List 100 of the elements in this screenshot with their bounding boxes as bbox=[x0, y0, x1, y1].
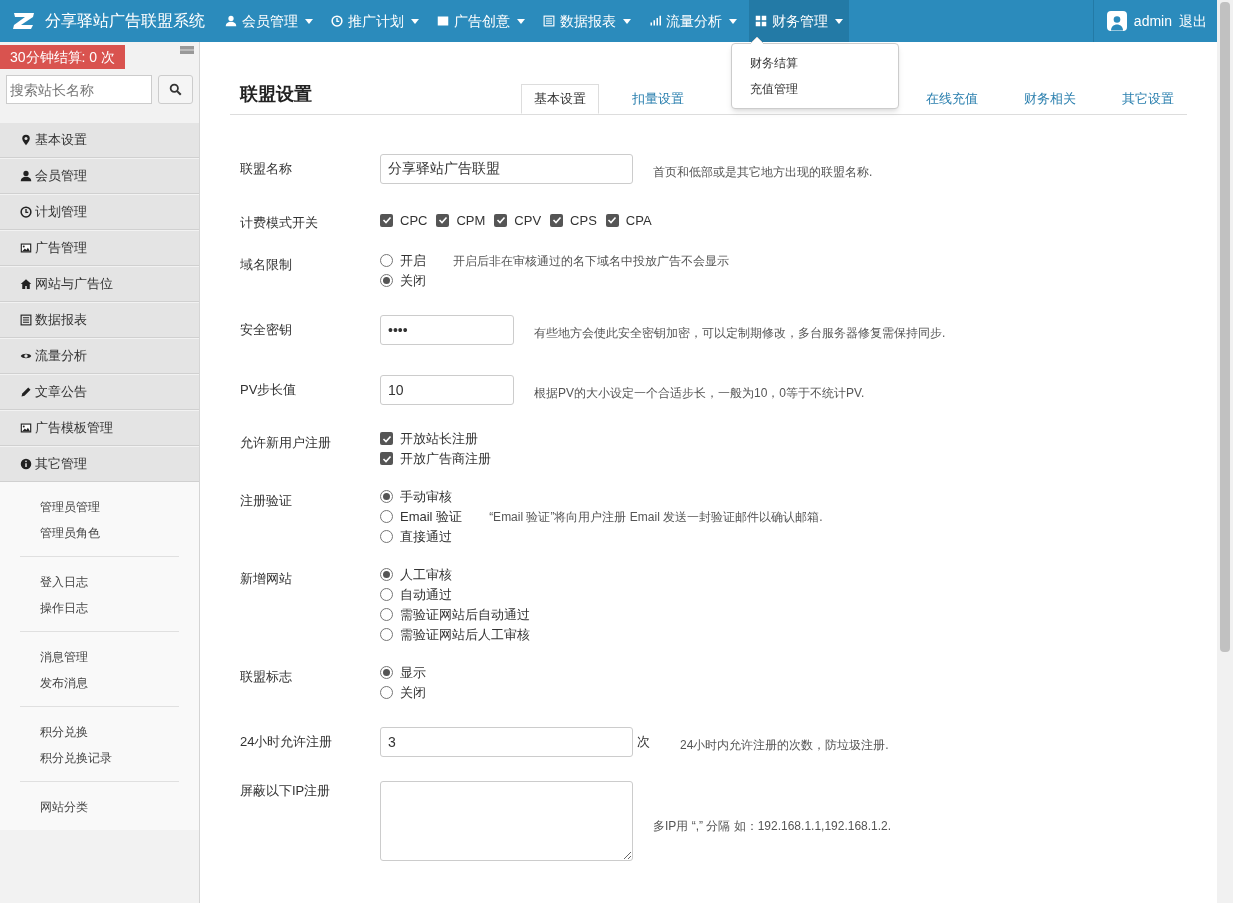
submenu-item[interactable]: 积分兑换 bbox=[20, 719, 179, 745]
sidebar-item[interactable]: 计划管理 bbox=[0, 194, 199, 230]
submenu-item[interactable]: 操作日志 bbox=[20, 595, 179, 621]
option-label: 手动审核 bbox=[400, 487, 452, 506]
option-label: 关闭 bbox=[400, 683, 426, 702]
tab[interactable]: 其它设置 bbox=[1109, 84, 1187, 114]
submenu-item[interactable]: 积分兑换记录 bbox=[20, 745, 179, 771]
nav-menu[interactable]: 数据报表 bbox=[537, 0, 637, 42]
sidebar-item[interactable]: 文章公告 bbox=[0, 374, 199, 410]
sidebar-item[interactable]: 广告管理 bbox=[0, 230, 199, 266]
option-label: 显示 bbox=[400, 663, 426, 682]
tab[interactable]: 在线充值 bbox=[913, 84, 991, 114]
submenu-item[interactable]: 消息管理 bbox=[20, 644, 179, 670]
text-field[interactable]: 10 bbox=[380, 374, 514, 405]
help-text: “Email 验证”将向用户注册 Email 发送一封验证邮件以确认邮箱. bbox=[489, 508, 823, 526]
dropdown-item[interactable]: 充值管理 bbox=[732, 76, 898, 102]
submenu-item[interactable]: 登入日志 bbox=[20, 569, 179, 595]
option-label: 直接通过 bbox=[400, 527, 452, 546]
search-icon bbox=[169, 83, 182, 96]
search-field[interactable]: 搜索站长名称 bbox=[6, 75, 152, 104]
sidebar-item[interactable]: 会员管理 bbox=[0, 158, 199, 194]
text-field[interactable]: 3 bbox=[380, 726, 633, 757]
nav-menu[interactable]: 广告创意 bbox=[431, 0, 531, 42]
sidebar-item[interactable]: 数据报表 bbox=[0, 302, 199, 338]
field-label: PV步长值 bbox=[239, 380, 298, 399]
radio-button[interactable] bbox=[380, 274, 393, 287]
option-label: 关闭 bbox=[400, 271, 426, 290]
option-label: 需验证网站后人工审核 bbox=[400, 625, 530, 644]
field-label: 联盟标志 bbox=[239, 667, 293, 686]
checkbox[interactable] bbox=[380, 213, 393, 227]
dropdown-item[interactable]: 财务结算 bbox=[732, 50, 898, 76]
sidebar-item[interactable]: 流量分析 bbox=[0, 338, 199, 374]
list-icon bbox=[20, 314, 32, 326]
clock-icon bbox=[20, 206, 32, 218]
caret-icon bbox=[305, 18, 313, 24]
submenu-item[interactable]: 网站分类 bbox=[20, 794, 179, 820]
option-label: 开放站长注册 bbox=[400, 429, 478, 448]
nav-menu[interactable]: 推广计划 bbox=[325, 0, 425, 42]
tab[interactable]: 扣量设置 bbox=[619, 84, 697, 114]
checkbox[interactable] bbox=[550, 213, 564, 227]
nav-menu[interactable]: 会员管理 bbox=[219, 0, 319, 42]
nav-menu[interactable]: 流量分析 bbox=[643, 0, 743, 42]
scrollbar[interactable] bbox=[1217, 0, 1233, 903]
tab[interactable]: 财务相关 bbox=[1011, 84, 1089, 114]
submenu-item[interactable]: 发布消息 bbox=[20, 670, 179, 696]
radio-button[interactable] bbox=[380, 254, 393, 267]
clock-icon bbox=[331, 15, 343, 27]
sidebar-item[interactable]: 广告模板管理 bbox=[0, 410, 199, 446]
logout-link[interactable]: 退出 bbox=[1179, 10, 1207, 32]
radio-button[interactable] bbox=[380, 530, 393, 543]
submenu-item[interactable]: 管理员角色 bbox=[20, 520, 179, 546]
grid-icon bbox=[755, 15, 767, 27]
checkbox[interactable] bbox=[436, 213, 450, 227]
text-field[interactable]: 分享驿站广告联盟 bbox=[380, 154, 633, 184]
pencil-icon bbox=[20, 386, 32, 398]
submenu-item[interactable]: 管理员管理 bbox=[20, 494, 179, 520]
field-label: 安全密钥 bbox=[239, 320, 293, 339]
field-label: 联盟名称 bbox=[239, 160, 293, 179]
radio-button[interactable] bbox=[380, 666, 393, 679]
sidebar-item[interactable]: 网站与广告位 bbox=[0, 266, 199, 302]
field-label: 允许新用户注册 bbox=[239, 433, 332, 452]
list-icon bbox=[543, 15, 555, 27]
radio-button[interactable] bbox=[380, 686, 393, 699]
option-label: CPS bbox=[570, 211, 597, 230]
text-field[interactable]: •••• bbox=[380, 314, 514, 345]
user-icon bbox=[20, 170, 32, 182]
nav-menu[interactable]: 财务管理 bbox=[749, 0, 849, 42]
caret-icon bbox=[623, 18, 631, 24]
field-label: 屏蔽以下IP注册 bbox=[239, 781, 332, 800]
option-label: 开放广告商注册 bbox=[400, 449, 491, 468]
field-label: 计费模式开关 bbox=[239, 214, 319, 232]
info-icon bbox=[20, 458, 32, 470]
option-label: CPA bbox=[625, 211, 652, 230]
radio-button[interactable] bbox=[380, 628, 393, 641]
checkbox[interactable] bbox=[605, 213, 619, 227]
settlement-badge: 30分钟结算: 0 次 bbox=[0, 45, 126, 69]
radio-button[interactable] bbox=[380, 588, 393, 601]
checkbox[interactable] bbox=[380, 432, 393, 445]
radio-button[interactable] bbox=[380, 608, 393, 621]
field-label: 新增网站 bbox=[239, 569, 293, 588]
sidebar-item[interactable]: 基本设置 bbox=[0, 122, 199, 158]
search-button[interactable] bbox=[158, 75, 193, 104]
radio-button[interactable] bbox=[380, 490, 393, 503]
checkbox[interactable] bbox=[380, 452, 393, 465]
app-title: 分享驿站广告联盟系统 bbox=[45, 11, 205, 31]
page-title: 联盟设置 bbox=[238, 83, 312, 106]
help-text: 根据PV的大小设定一个合适步长，一般为10，0等于不统计PV. bbox=[534, 384, 865, 402]
radio-button[interactable] bbox=[380, 510, 393, 523]
help-text: 多IP用 “,” 分隔 如：192.168.1.1,192.168.1.2. bbox=[653, 817, 892, 835]
unit-label: 次 bbox=[637, 732, 650, 751]
checkbox[interactable] bbox=[494, 213, 508, 227]
field-label: 注册验证 bbox=[239, 491, 293, 510]
field-label: 域名限制 bbox=[239, 255, 293, 274]
help-text: 开启后非在审核通过的名下域名中投放广告不会显示 bbox=[453, 252, 729, 270]
radio-button[interactable] bbox=[380, 568, 393, 581]
help-text: 首页和低部或是其它地方出现的联盟名称. bbox=[653, 164, 873, 181]
sidebar-item[interactable]: 其它管理 bbox=[0, 446, 199, 482]
option-label: 自动通过 bbox=[400, 585, 452, 604]
tab[interactable]: 基本设置 bbox=[521, 84, 599, 114]
help-text: 有些地方会使此安全密钥加密，可以定制期修改，多台服务器修复需保持同步. bbox=[534, 324, 946, 342]
